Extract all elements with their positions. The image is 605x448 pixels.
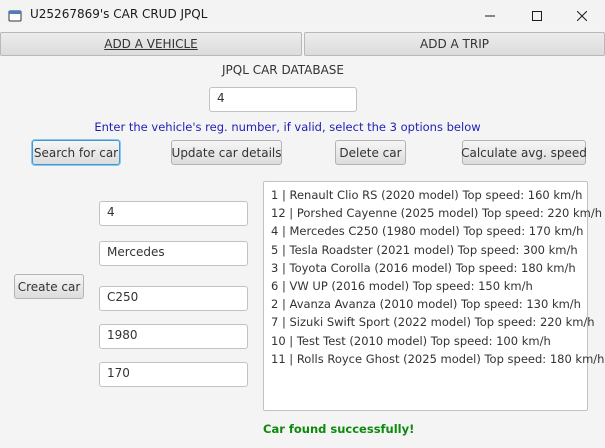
- car-list[interactable]: 1 | Renault Clio RS (2020 model) Top spe…: [263, 181, 604, 411]
- maximize-icon: [532, 10, 542, 21]
- top-speed-field[interactable]: 170: [99, 362, 248, 387]
- instruction-text: Enter the vehicle's reg. number, if vali…: [94, 120, 481, 134]
- model-field[interactable]: C250: [99, 286, 248, 311]
- list-item[interactable]: 2 | Avanza Avanza (2010 model) Top speed…: [264, 295, 587, 313]
- close-button[interactable]: [559, 0, 605, 31]
- create-car-button[interactable]: Create car: [14, 274, 84, 299]
- delete-car-button[interactable]: Delete car: [335, 140, 406, 165]
- list-item[interactable]: 12 | Porshed Cayenne (2025 model) Top sp…: [264, 204, 602, 222]
- list-item[interactable]: 11 | Rolls Royce Ghost (2025 model) Top …: [264, 350, 604, 368]
- search-car-button[interactable]: Search for car: [32, 140, 120, 165]
- calculate-avg-speed-button[interactable]: Calculate avg. speed: [461, 140, 587, 165]
- minimize-icon: [485, 15, 495, 16]
- tab-add-trip[interactable]: ADD A TRIP: [304, 32, 605, 56]
- title-bar: U25267869's CAR CRUD JPQL: [0, 0, 605, 31]
- list-item[interactable]: 7 | Sizuki Swift Sport (2022 model) Top …: [264, 313, 595, 331]
- window-title: U25267869's CAR CRUD JPQL: [30, 7, 208, 21]
- maximize-button[interactable]: [514, 0, 560, 31]
- page-title: JPQL CAR DATABASE: [221, 63, 344, 77]
- status-message: Car found successfully!: [263, 422, 415, 436]
- update-car-button[interactable]: Update car details: [171, 140, 282, 165]
- list-item[interactable]: 10 | Test Test (2010 model) Top speed: 1…: [264, 332, 587, 350]
- make-field[interactable]: Mercedes: [99, 241, 248, 266]
- tab-add-trip-label: ADD A TRIP: [420, 37, 489, 51]
- search-input[interactable]: 4: [209, 87, 357, 112]
- list-item[interactable]: 4 | Mercedes C250 (1980 model) Top speed…: [264, 222, 587, 240]
- list-item[interactable]: 1 | Renault Clio RS (2020 model) Top spe…: [264, 186, 587, 204]
- reg-number-field[interactable]: 4: [99, 201, 248, 226]
- year-field[interactable]: 1980: [99, 324, 248, 349]
- app-icon: [8, 10, 22, 22]
- tab-add-vehicle-label: ADD A VEHICLE: [104, 37, 198, 51]
- minimize-button[interactable]: [467, 0, 513, 31]
- tab-add-vehicle[interactable]: ADD A VEHICLE: [0, 32, 302, 56]
- close-icon: [577, 10, 587, 21]
- list-item[interactable]: 5 | Tesla Roadster (2021 model) Top spee…: [264, 241, 587, 259]
- list-item[interactable]: 3 | Toyota Corolla (2016 model) Top spee…: [264, 259, 587, 277]
- list-item[interactable]: 6 | VW UP (2016 model) Top speed: 150 km…: [264, 277, 587, 295]
